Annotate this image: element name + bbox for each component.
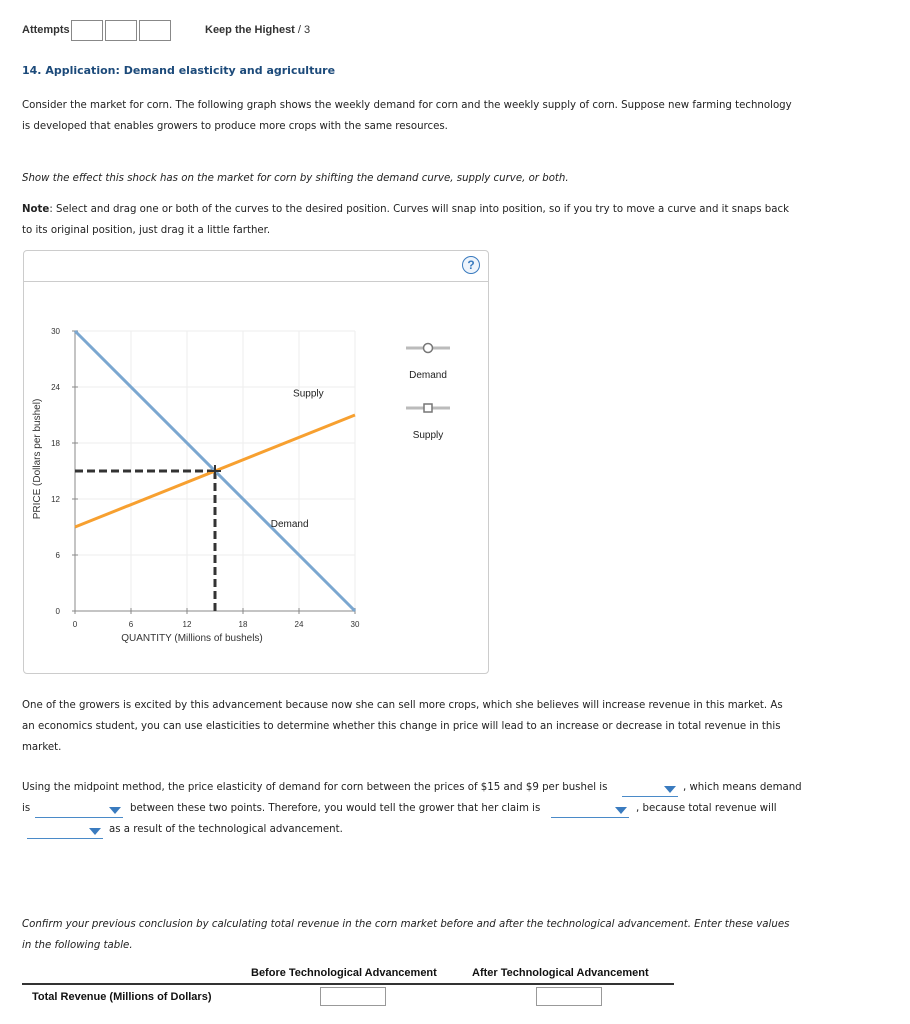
chevron-down-icon xyxy=(664,786,676,793)
note-text: Note: Select and drag one or both of the… xyxy=(22,199,822,241)
row-label-total-revenue: Total Revenue (Millions of Dollars) xyxy=(32,991,212,1003)
circle-marker-icon xyxy=(422,342,434,354)
elasticity-sentence-6: as a result of the technological advance… xyxy=(109,824,343,835)
graph-header: ? xyxy=(24,251,488,282)
legend-supply-handle[interactable] xyxy=(406,403,450,413)
table-divider xyxy=(22,983,674,985)
attempt-box-1 xyxy=(71,20,103,41)
note-label: Note xyxy=(22,204,50,215)
revenue-change-dropdown[interactable] xyxy=(27,824,103,839)
keep-label: Keep the Highest xyxy=(205,24,295,36)
grading-policy: Keep the Highest / 3 xyxy=(205,24,310,36)
confirm-text: Confirm your previous conclusion by calc… xyxy=(22,914,822,956)
elasticity-sentence-5: , because total revenue will xyxy=(636,803,777,814)
claim-dropdown[interactable] xyxy=(551,803,629,818)
intro-line: Consider the market for corn. The follow… xyxy=(22,100,792,111)
x-tick-label: 6 xyxy=(129,620,134,629)
y-tick-label: 18 xyxy=(51,439,60,448)
followup-text: One of the growers is excited by this ad… xyxy=(22,695,822,758)
max-attempts: / 3 xyxy=(297,24,311,36)
intro-line: is developed that enables growers to pro… xyxy=(22,121,448,132)
elasticity-sentence-3: is xyxy=(22,803,31,814)
x-tick-label: 12 xyxy=(183,620,192,629)
x-tick-label: 24 xyxy=(295,620,304,629)
demand-type-dropdown[interactable] xyxy=(35,803,123,818)
intro-text: Consider the market for corn. The follow… xyxy=(22,95,822,137)
attempt-box-3 xyxy=(139,20,171,41)
x-tick-label: 18 xyxy=(239,620,248,629)
column-header-after: After Technological Advancement xyxy=(472,967,649,979)
note-line: to its original position, just drag it a… xyxy=(22,225,271,236)
followup-line: an economics student, you can use elasti… xyxy=(22,721,781,732)
y-axis-label: PRICE (Dollars per bushel) xyxy=(32,399,43,520)
chevron-down-icon xyxy=(109,807,121,814)
total-revenue-before-input[interactable] xyxy=(320,987,386,1006)
y-tick-label: 0 xyxy=(56,607,61,616)
demand-curve-label: Demand xyxy=(271,519,309,530)
help-icon[interactable]: ? xyxy=(462,256,480,274)
chevron-down-icon xyxy=(89,828,101,835)
x-tick-label: 30 xyxy=(351,620,360,629)
legend-label: Supply xyxy=(413,430,444,441)
x-tick-label: 0 xyxy=(73,620,78,629)
column-header-before: Before Technological Advancement xyxy=(251,967,437,979)
total-revenue-after-input[interactable] xyxy=(536,987,602,1006)
square-marker-icon xyxy=(423,403,433,413)
legend-demand-handle[interactable] xyxy=(406,342,450,354)
instruction-text: Show the effect this shock has on the ma… xyxy=(22,173,569,184)
graph-panel: ? 0 6 12 18 24 30 0 6 12 18 24 30 Demand Supply PRIC… xyxy=(23,250,489,674)
elasticity-sentence-1: Using the midpoint method, the price ela… xyxy=(22,782,608,793)
elasticity-sentence-4: between these two points. Therefore, you… xyxy=(130,803,541,814)
followup-line: One of the growers is excited by this ad… xyxy=(22,700,783,711)
y-tick-label: 6 xyxy=(56,551,61,560)
confirm-line: in the following table. xyxy=(22,940,133,951)
attempt-box-2 xyxy=(105,20,137,41)
demand-supply-chart: 0 6 12 18 24 30 0 6 12 18 24 30 Demand Supply PRICE … xyxy=(32,327,450,644)
supply-curve-label: Supply xyxy=(293,388,324,399)
elasticity-sentence-2: , which means demand xyxy=(683,782,802,793)
y-tick-label: 12 xyxy=(51,495,60,504)
legend-label: Demand xyxy=(409,370,447,381)
confirm-line: Confirm your previous conclusion by calc… xyxy=(22,919,790,930)
note-line: : Select and drag one or both of the cur… xyxy=(49,204,789,215)
elasticity-value-dropdown[interactable] xyxy=(622,782,678,797)
y-tick-label: 24 xyxy=(51,383,60,392)
followup-line: market. xyxy=(22,742,62,753)
attempts-label: Attempts xyxy=(22,24,70,36)
x-axis-label: QUANTITY (Millions of bushels) xyxy=(121,633,263,644)
y-tick-label: 30 xyxy=(51,327,60,336)
chevron-down-icon xyxy=(615,807,627,814)
question-title: 14. Application: Demand elasticity and a… xyxy=(22,64,336,77)
